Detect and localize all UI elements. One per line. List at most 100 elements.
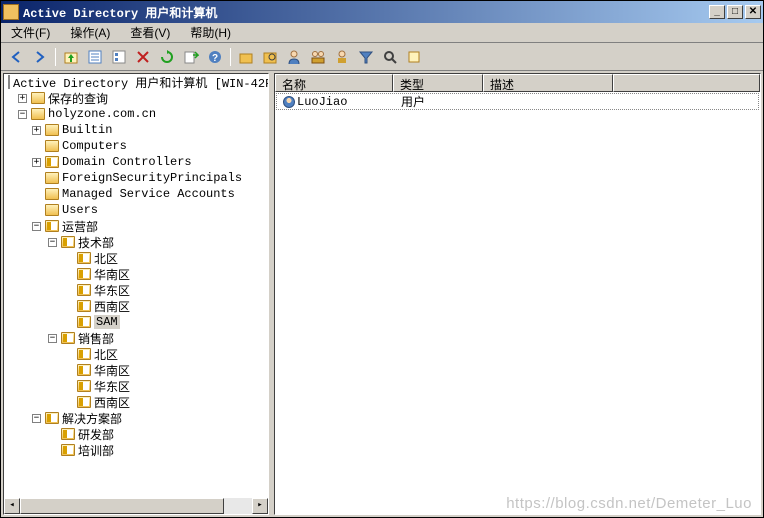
app-icon [3,4,19,20]
tree-root[interactable]: Active Directory 用户和计算机 [WIN-42F [4,74,268,90]
collapse-icon[interactable]: − [32,222,41,231]
query-button[interactable] [379,46,401,68]
toolbar-separator [55,48,56,66]
tree-sol-rd[interactable]: 研发部 [4,426,268,442]
tree-sales-south[interactable]: 华南区 [4,362,268,378]
folder-icon [45,204,59,216]
expand-icon[interactable]: + [18,94,27,103]
expand-icon[interactable]: + [32,158,41,167]
ou-icon [77,316,91,328]
list-pane[interactable]: 名称 类型 描述 LuoJiao 用户 [274,73,761,515]
list-row[interactable]: LuoJiao 用户 [276,93,759,110]
up-button[interactable] [60,46,82,68]
list-header: 名称 类型 描述 [275,74,760,92]
tree-selected-label: SAM [94,315,120,329]
domain-icon [31,108,45,120]
tree-msa[interactable]: Managed Service Accounts [4,186,268,202]
col-filler [613,74,760,92]
tree-domain-controllers[interactable]: +Domain Controllers [4,154,268,170]
ou-icon [77,380,91,392]
toolbar: ? [1,43,763,71]
folder-icon [45,124,59,136]
ou-icon [45,412,59,424]
ou-icon [77,396,91,408]
minimize-button[interactable]: _ [709,5,725,19]
tree-ou-sales[interactable]: −销售部 [4,330,268,346]
folder-icon [45,172,59,184]
user-icon [283,96,295,108]
tree-domain[interactable]: −holyzone.com.cn [4,106,268,122]
new-ou-button[interactable] [235,46,257,68]
tree-ou-tech[interactable]: −技术部 [4,234,268,250]
forward-button[interactable] [29,46,51,68]
tree-sales-north[interactable]: 北区 [4,346,268,362]
tree-sales-sw[interactable]: 西南区 [4,394,268,410]
extra-button[interactable] [403,46,425,68]
cell-type: 用户 [395,93,485,110]
collapse-icon[interactable]: − [18,110,27,119]
scroll-left-button[interactable]: ◂ [4,498,20,514]
find-button[interactable] [259,46,281,68]
folder-icon [45,188,59,200]
scroll-thumb[interactable] [20,498,224,514]
new-user-button[interactable] [283,46,305,68]
collapse-icon[interactable]: − [48,238,57,247]
content-area: Active Directory 用户和计算机 [WIN-42F +保存的查询 … [1,71,763,517]
delete-button[interactable] [132,46,154,68]
ou-icon [61,444,75,456]
tree-fsp[interactable]: ForeignSecurityPrincipals [4,170,268,186]
tree-ou-ops[interactable]: −运营部 [4,218,268,234]
menu-help[interactable]: 帮助(H) [184,22,237,43]
menu-view[interactable]: 查看(V) [124,22,176,43]
col-name[interactable]: 名称 [275,74,393,92]
col-desc[interactable]: 描述 [483,74,613,92]
new-group-button[interactable] [307,46,329,68]
col-type[interactable]: 类型 [393,74,483,92]
horizontal-scrollbar[interactable]: ◂ ▸ [4,498,268,514]
tree-tech-east[interactable]: 华东区 [4,282,268,298]
tree-users[interactable]: Users [4,202,268,218]
properties-button[interactable] [84,46,106,68]
refresh-button[interactable] [156,46,178,68]
collapse-icon[interactable]: − [48,334,57,343]
tree-tech-sam[interactable]: SAM [4,314,268,330]
ou-icon [77,284,91,296]
filter-button[interactable] [355,46,377,68]
collapse-icon[interactable]: − [32,414,41,423]
list-body: LuoJiao 用户 [275,92,760,514]
ou-icon [77,268,91,280]
scroll-right-button[interactable]: ▸ [252,498,268,514]
help-button[interactable]: ? [204,46,226,68]
ou-icon [45,220,59,232]
tree-sales-east[interactable]: 华东区 [4,378,268,394]
export-button[interactable] [180,46,202,68]
scroll-track[interactable] [20,498,252,514]
tree-ou-solutions[interactable]: −解决方案部 [4,410,268,426]
menu-file[interactable]: 文件(F) [5,22,56,43]
back-button[interactable] [5,46,27,68]
menubar: 文件(F) 操作(A) 查看(V) 帮助(H) [1,23,763,43]
new-contact-button[interactable] [331,46,353,68]
menu-action[interactable]: 操作(A) [64,22,116,43]
titlebar: Active Directory 用户和计算机 _ □ ✕ [1,1,763,23]
list-icon[interactable] [108,46,130,68]
tree-builtin[interactable]: +Builtin [4,122,268,138]
root-icon [8,75,10,89]
ou-icon [45,156,59,168]
tree-saved-queries[interactable]: +保存的查询 [4,90,268,106]
tree-tech-south[interactable]: 华南区 [4,266,268,282]
tree-pane[interactable]: Active Directory 用户和计算机 [WIN-42F +保存的查询 … [3,73,269,515]
ou-icon [77,300,91,312]
svg-text:?: ? [212,53,218,64]
expand-icon[interactable]: + [32,126,41,135]
tree-computers[interactable]: Computers [4,138,268,154]
main-window: Active Directory 用户和计算机 _ □ ✕ 文件(F) 操作(A… [0,0,764,518]
close-button[interactable]: ✕ [745,5,761,19]
folder-icon [45,140,59,152]
maximize-button[interactable]: □ [727,5,743,19]
tree-tech-north[interactable]: 北区 [4,250,268,266]
ou-icon [61,332,75,344]
splitter[interactable] [270,71,273,517]
tree-sol-training[interactable]: 培训部 [4,442,268,458]
tree-tech-sw[interactable]: 西南区 [4,298,268,314]
